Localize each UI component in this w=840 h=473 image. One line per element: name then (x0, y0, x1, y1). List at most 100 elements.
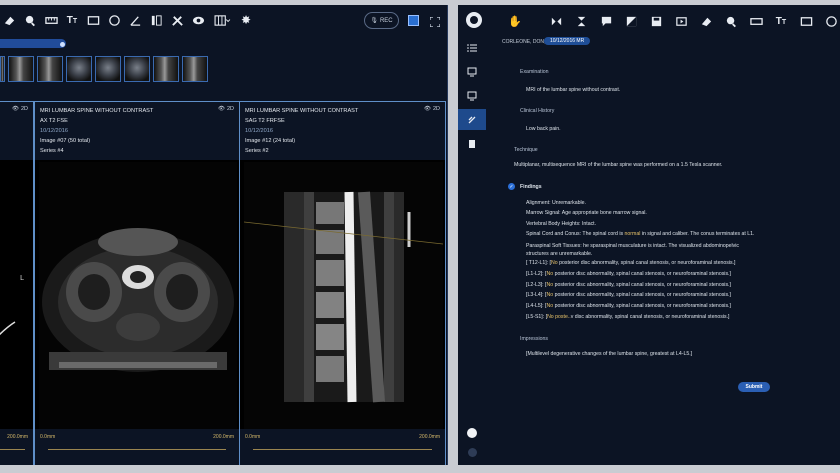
series-number: Series #4 (40, 148, 64, 154)
ruler-icon[interactable] (747, 12, 765, 30)
flip-vertical-icon[interactable] (572, 12, 590, 30)
viewer-window: TT ✸ 🎙 REC 👁 2D L 200.0mm MRI LUMBAR SPI… (0, 5, 448, 465)
app-logo[interactable] (466, 12, 482, 28)
finding-alignment[interactable]: Alignment: Unremarkable. (526, 200, 586, 206)
status-dot-dark[interactable] (468, 448, 477, 457)
finding-paraspinal[interactable]: Paraspinal Soft Tissues: he sparaspinal … (526, 242, 739, 258)
level-l5-s1[interactable]: [L5-S1]: [No poste..v disc abnormality, … (526, 314, 730, 320)
technique-heading: Technique (514, 147, 538, 153)
series-thumbnail[interactable] (8, 56, 34, 82)
list-icon[interactable] (458, 37, 486, 58)
thumbnail-strip (0, 56, 208, 82)
document-icon[interactable] (458, 133, 486, 154)
comment-icon[interactable] (597, 12, 615, 30)
submit-button[interactable]: Submit (738, 382, 770, 392)
ruler-icon[interactable] (42, 11, 60, 29)
history-text[interactable]: Low back pain. (526, 126, 561, 132)
examination-text[interactable]: MRI of the lumbar spine without contrast… (526, 87, 620, 93)
viewport-axial[interactable]: MRI LUMBAR SPINE WITHOUT CONTRAST AX T2 … (34, 101, 240, 465)
eraser-icon[interactable] (0, 11, 18, 29)
series-thumbnail[interactable] (95, 56, 121, 82)
level-l3-l4[interactable]: [L3-L4]: [No posterior disc abnormality,… (526, 292, 731, 298)
scale-ruler (0, 445, 25, 450)
text-icon[interactable]: TT (772, 12, 790, 30)
study-title: MRI LUMBAR SPINE WITHOUT CONTRAST (40, 108, 154, 114)
ruler-end-label: 200.0mm (419, 434, 440, 440)
magnify-icon[interactable] (21, 11, 39, 29)
report-window: ✋ TT CORLEONE, DON, 64 10/12/2016 MR Exa… (458, 5, 840, 465)
series-thumbnail[interactable] (0, 56, 5, 82)
screen-icon[interactable] (408, 15, 419, 26)
series-thumbnail[interactable] (153, 56, 179, 82)
angle-icon[interactable] (126, 11, 144, 29)
viewport-sagittal[interactable]: MRI LUMBAR SPINE WITHOUT CONTRAST SAG T2… (239, 101, 446, 465)
exam-pill[interactable]: 10/12/2016 MR (544, 37, 591, 45)
level-l4-l5[interactable]: [L4-L5]: [No posterior disc abnormality,… (526, 303, 731, 309)
tools-icon[interactable] (168, 11, 186, 29)
study-title: MRI LUMBAR SPINE WITHOUT CONTRAST (245, 108, 359, 114)
level-t12-l1[interactable]: [ T12-L1]: [No posterior disc abnormalit… (526, 260, 735, 266)
series-thumbnail[interactable] (66, 56, 92, 82)
video-icon[interactable] (672, 12, 690, 30)
scale-ruler (253, 445, 432, 450)
viewport-left[interactable]: 👁 2D L 200.0mm (0, 101, 34, 465)
examination-heading: Examination (520, 69, 549, 75)
mri-axial-image[interactable] (39, 162, 237, 432)
series-thumbnail[interactable] (37, 56, 63, 82)
finding-vertebral[interactable]: Vertebral Body Heights: Intact. (526, 221, 596, 227)
view-mode-badge[interactable]: 👁 2D (424, 106, 440, 112)
scale-ruler (48, 445, 226, 450)
series-thumbnail[interactable] (182, 56, 208, 82)
status-dot-white[interactable] (467, 428, 477, 438)
magnify-icon[interactable] (722, 12, 740, 30)
rectangle-icon[interactable] (84, 11, 102, 29)
finding-marrow[interactable]: Marrow Signal: Age appropriate bone marr… (526, 210, 647, 216)
series-scrollbar[interactable] (0, 39, 66, 48)
record-screen-icon[interactable] (458, 61, 486, 82)
ruler-start-label: 0.0mm (40, 434, 56, 440)
view-mode-badge[interactable]: 👁 2D (12, 106, 28, 112)
rectangle-icon[interactable] (797, 12, 815, 30)
record-button[interactable]: 🎙 REC (364, 12, 399, 29)
expand-icon[interactable] (429, 14, 441, 28)
findings-check-icon[interactable]: ✓ (508, 183, 515, 190)
mri-sagittal-image[interactable] (244, 162, 443, 432)
text-icon[interactable]: TT (63, 11, 81, 29)
viewport-footer: 0.0mm 200.0mm (240, 429, 445, 465)
ruler-end-label: 200.0mm (7, 434, 28, 440)
image-index: Image #07 (50 total) (40, 138, 91, 144)
flip-horizontal-icon[interactable] (547, 12, 565, 30)
hand-icon[interactable]: ✋ (506, 12, 524, 30)
invert-icon[interactable] (622, 12, 640, 30)
sparkle-icon[interactable]: ✸ (237, 11, 255, 29)
image-index: Image #12 (24 total) (245, 138, 296, 144)
eye-icon[interactable] (189, 11, 207, 29)
ellipse-icon[interactable] (105, 11, 123, 29)
series-thumbnail[interactable] (124, 56, 150, 82)
impressions-text[interactable]: [Multilevel degenerative changes of the … (526, 351, 692, 357)
view-mode-badge[interactable]: 👁 2D (218, 106, 234, 112)
series-description: SAG T2 FRFSE (245, 118, 285, 124)
eye-icon: 👁 (423, 106, 431, 112)
technique-text[interactable]: Multiplanar, multisequence MRI of the lu… (514, 162, 722, 168)
report-icon[interactable] (458, 109, 486, 130)
series-number: Series #2 (245, 148, 269, 154)
ellipse-icon[interactable] (822, 12, 840, 30)
save-icon[interactable] (647, 12, 665, 30)
sagittal-slice-graphic (244, 162, 443, 432)
level-l2-l3[interactable]: [L2-L3]: [No posterior disc abnormality,… (526, 282, 731, 288)
mic-icon: 🎙 (370, 18, 378, 24)
layout-icon[interactable] (210, 11, 234, 29)
monitor-icon[interactable] (458, 85, 486, 106)
eye-icon: 👁 (217, 106, 225, 112)
viewport-header: MRI LUMBAR SPINE WITHOUT CONTRAST SAG T2… (240, 102, 445, 160)
viewport-header: MRI LUMBAR SPINE WITHOUT CONTRAST AX T2 … (35, 102, 239, 160)
series-scroll-handle[interactable] (60, 42, 65, 47)
series-description: AX T2 FSE (40, 118, 68, 124)
level-l1-l2[interactable]: [L1-L2]: [No posterior disc abnormality,… (526, 271, 731, 277)
columns-icon[interactable] (147, 11, 165, 29)
finding-cord[interactable]: Spinal Cord and Conus: The spinal cord i… (526, 231, 755, 237)
impressions-heading: Impressions (520, 336, 548, 342)
mri-image[interactable]: L (0, 162, 33, 429)
eraser-icon[interactable] (697, 12, 715, 30)
